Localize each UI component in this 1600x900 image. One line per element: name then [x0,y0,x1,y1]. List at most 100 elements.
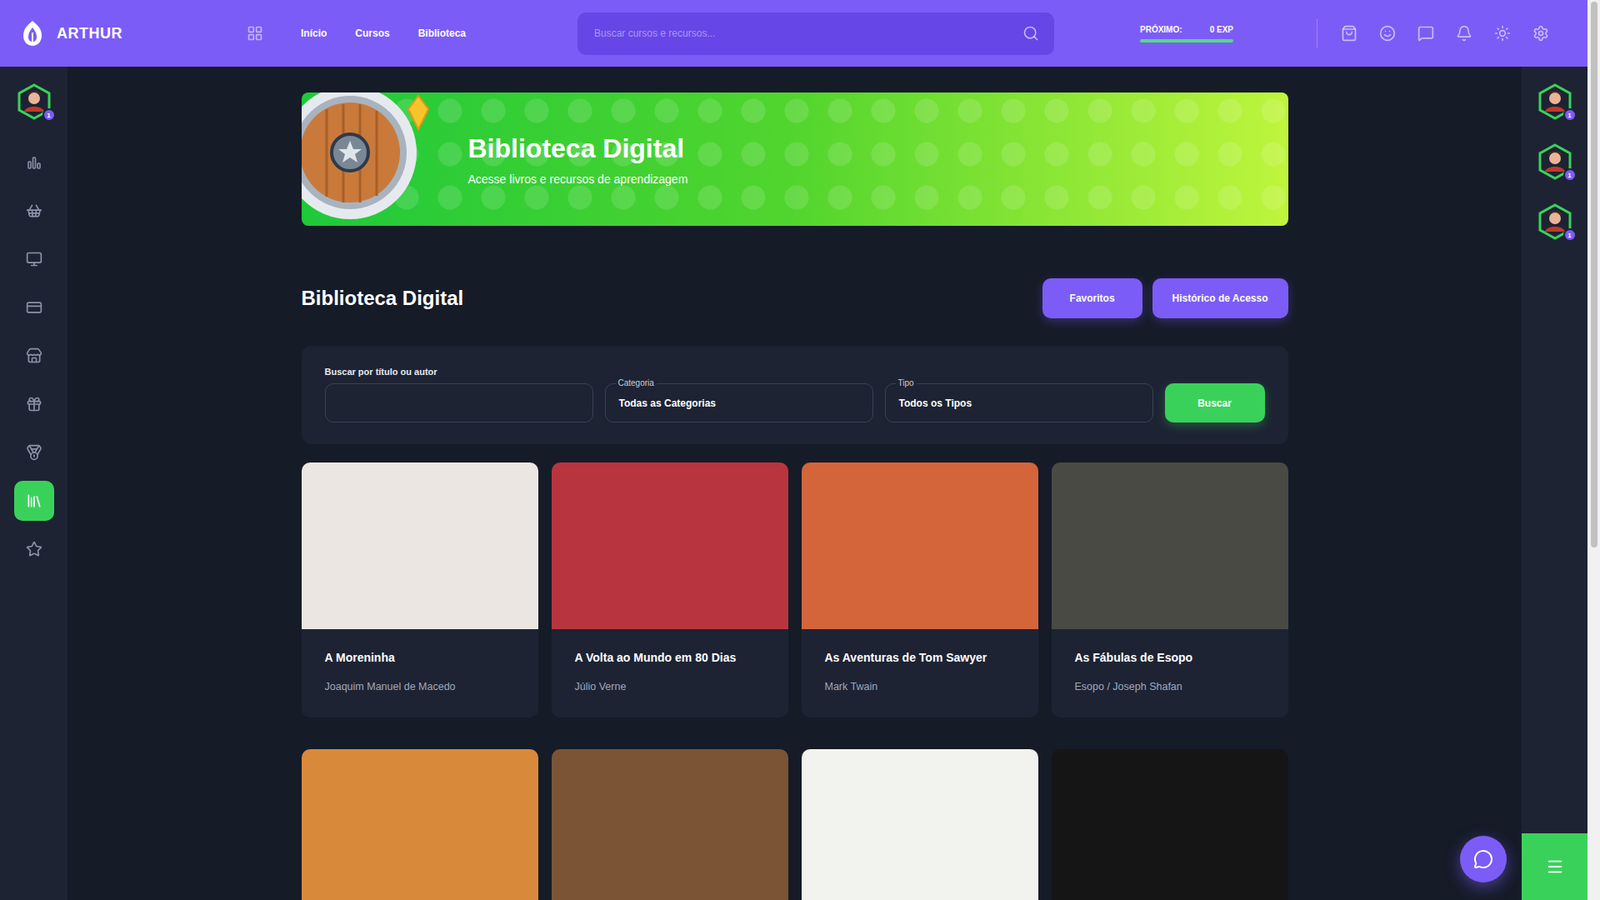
sidebar-item[interactable] [14,142,55,183]
basket-icon [25,202,43,220]
book-author: Júlio Verne [575,680,765,693]
chart-icon [25,154,43,171]
sun-button[interactable] [1494,25,1511,42]
nav-link[interactable]: Biblioteca [418,27,466,40]
book-cover [551,462,789,630]
exp-track [1140,39,1234,43]
scrollbar-thumb[interactable] [1590,1,1598,548]
sun-icon [1494,25,1511,42]
book-card[interactable] [801,749,1039,900]
book-cover [301,749,539,900]
user-avatar[interactable]: 1 [15,83,53,120]
user-avatar[interactable]: 1 [1536,143,1574,180]
menu-icon [1545,857,1565,876]
book-title: As Fábulas de Esopo [1075,650,1265,665]
apps-grid-icon[interactable] [246,25,264,42]
bag-icon [1340,25,1358,42]
filter-panel: Buscar por título ou autor CategoriaTodas… [301,345,1289,445]
chat-button[interactable] [1460,835,1507,883]
book-card[interactable]: As Aventuras de Tom Sawyer Mark Twain [801,462,1039,718]
banner: Biblioteca DigitalAcesse livros e recurs… [301,92,1289,226]
logo-text: ARTHUR [56,25,123,43]
logo[interactable]: ARTHUR [20,19,247,48]
right-sidebar: 1 1 1 [1521,66,1588,900]
sidebar-item[interactable] [14,335,55,376]
level-badge: 1 [1563,228,1577,242]
level-badge: 1 [1563,108,1577,122]
library-icon [25,492,43,510]
title-search-input[interactable] [325,383,594,423]
section-button[interactable]: Favoritos [1042,278,1143,319]
level-badge: 1 [1563,168,1577,182]
book-cover [551,749,789,900]
smile-button[interactable] [1379,25,1396,42]
divider [1316,19,1318,48]
store-icon [25,347,43,365]
main-nav: Início Cursos Biblioteca [300,27,578,40]
sidebar-item[interactable] [14,480,55,521]
sidebar-item[interactable] [14,239,55,280]
book-title: A Moreninha [325,650,515,665]
app: ARTHUR Início Cursos Biblioteca PRÓXIMO: 0 EX… [0,0,1600,900]
section-title: Biblioteca Digital [301,286,465,310]
book-card[interactable]: As Fábulas de Esopo Esopo / Joseph Shafan [1051,462,1289,718]
book-cover [1051,462,1289,630]
sidebar-item[interactable] [14,190,55,231]
search-icon[interactable] [1022,25,1040,42]
exp-fill [1140,39,1234,43]
book-card[interactable]: A Volta ao Mundo em 80 DiasJúlio Verne [551,462,789,718]
search-label: Buscar por título ou autor [325,366,594,377]
book-card[interactable]: A MoreninhaJoaquim Manuel de Macedo [301,462,539,718]
sidebar-item[interactable] [14,287,55,328]
book-grid: A MoreninhaJoaquim Manuel de MacedoA Vol… [301,462,1289,900]
book-card[interactable] [551,749,789,900]
top-bar: ARTHUR Início Cursos Biblioteca PRÓXIMO: 0 EX… [0,0,1588,67]
smile-icon [1379,25,1396,42]
user-avatar[interactable]: 1 [1536,83,1574,120]
menu-button[interactable] [1521,833,1588,900]
left-sidebar: 1 [0,66,68,900]
medal-icon [25,444,43,461]
exp-label: PRÓXIMO: [1140,25,1183,35]
bell-button[interactable] [1455,25,1473,42]
monitor-icon [25,250,43,268]
message-icon [1417,25,1435,42]
book-card[interactable] [301,749,539,900]
bag-button[interactable] [1340,25,1358,42]
main-content: Biblioteca Digital Acesse livros e recurs… [67,66,1522,900]
nav-link[interactable]: Cursos [355,27,390,40]
sidebar-item[interactable] [14,529,55,570]
gear-icon [1532,25,1550,42]
gear-button[interactable] [1532,25,1550,42]
book-title: As Aventuras de Tom Sawyer [825,650,1015,665]
scrollbar[interactable] [1587,0,1600,900]
book-author: Esopo / Joseph Shafan [1075,680,1265,693]
type-value: Todos os Tipos [899,397,973,410]
search-button[interactable]: Buscar [1165,383,1265,423]
book-cover [801,462,1039,630]
sidebar-item[interactable] [14,384,55,425]
category-select[interactable]: CategoriaTodas as Categorias [605,383,874,423]
sidebar-item[interactable] [14,432,55,473]
section-header: Biblioteca Digital FavoritosHistórico de … [301,278,1289,319]
logo-icon [20,19,45,48]
banner-subtitle: Acesse livros e recursos de aprendizagem [468,172,689,186]
book-author: Mark Twain [825,680,1015,693]
user-avatar[interactable]: 1 [1536,203,1574,240]
global-search-input[interactable] [592,26,1015,40]
shield-icon [301,92,435,226]
section-button[interactable]: Histórico de Acesso [1152,278,1289,319]
card-icon [25,299,43,316]
nav-link[interactable]: Início [300,27,327,40]
category-label: Categoria [615,378,657,388]
gift-icon [25,395,43,413]
book-card[interactable] [1051,749,1289,900]
level-badge: 1 [42,108,56,122]
message-button[interactable] [1417,25,1435,42]
type-select[interactable]: TipoTodos os Tipos [885,383,1154,423]
book-cover [301,462,539,630]
book-cover [801,749,1039,900]
exp-reading: 0 EXP [1210,25,1234,35]
star-icon [25,540,43,558]
exp-progress: PRÓXIMO: 0 EXP [1140,25,1234,43]
